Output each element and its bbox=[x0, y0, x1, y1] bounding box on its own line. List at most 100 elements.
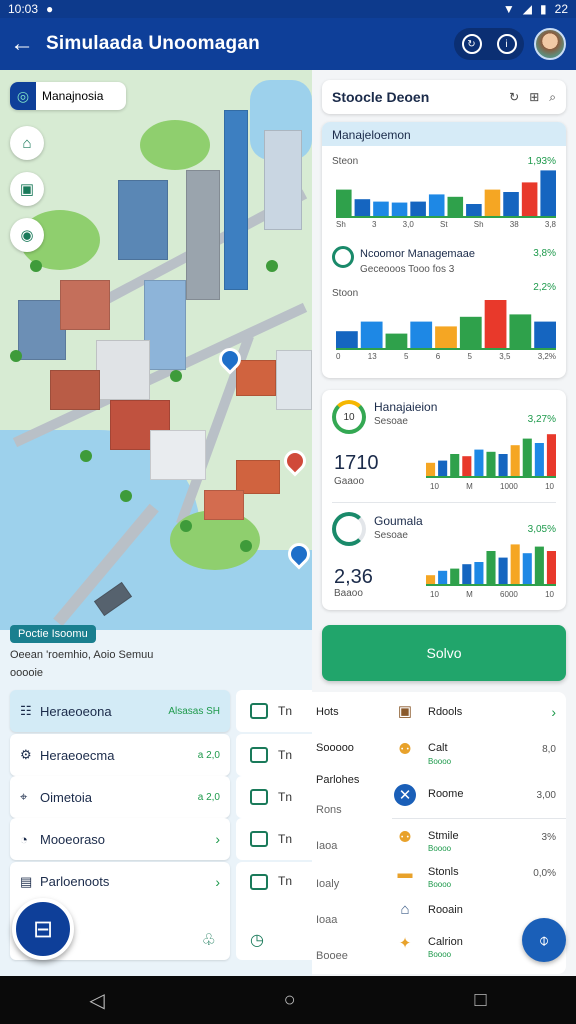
resource-category[interactable]: Parlohes bbox=[316, 774, 359, 786]
location-icon[interactable]: ⌂ bbox=[10, 126, 44, 160]
left-list-value: a 2,0 bbox=[197, 791, 220, 803]
back-arrow-icon[interactable]: ← bbox=[10, 30, 46, 58]
tree bbox=[170, 370, 182, 382]
resource-category[interactable]: Rons bbox=[316, 804, 342, 816]
chart-bar bbox=[534, 546, 544, 584]
mid-list-label: Tn bbox=[278, 704, 293, 718]
map-search[interactable]: ◎ Manajnosia bbox=[10, 82, 126, 110]
left-list-value: Alsasas SH bbox=[168, 705, 220, 717]
chart-bar bbox=[484, 300, 507, 348]
build-fab-button[interactable]: ⊟ bbox=[12, 898, 74, 960]
building bbox=[236, 460, 280, 494]
box-icon bbox=[250, 747, 268, 763]
chart-axis: 10 M 6000 10 bbox=[430, 590, 554, 599]
search-icon[interactable]: ⌕ bbox=[549, 90, 556, 105]
card-subtitle: Ncoomor Managemaae bbox=[360, 248, 475, 260]
building bbox=[264, 130, 302, 230]
battery-icon: ▮ bbox=[540, 2, 547, 16]
chevron-right-icon: › bbox=[215, 874, 220, 890]
app-title: Simulaada Unoomagan bbox=[46, 33, 260, 54]
chart-bar bbox=[498, 454, 508, 476]
action-fab-button[interactable]: ⌽ bbox=[522, 918, 566, 962]
mid-list-item[interactable]: Tn bbox=[236, 690, 312, 732]
tree bbox=[80, 450, 92, 462]
resource-category[interactable]: Ioaa bbox=[316, 914, 337, 926]
tree bbox=[120, 490, 132, 502]
chart-bar bbox=[462, 456, 472, 476]
chart-bar bbox=[435, 326, 457, 348]
list-icon: ☷ bbox=[20, 703, 32, 718]
refresh-icon[interactable]: ↻ bbox=[461, 34, 482, 54]
pin-icon: ⌖ bbox=[20, 789, 28, 804]
tick-label: St bbox=[439, 220, 448, 229]
chart-bar bbox=[459, 316, 482, 348]
mid-list-item[interactable]: Tn bbox=[236, 734, 312, 776]
tick-label: 10 bbox=[545, 482, 554, 491]
stat-title: Hanajaieion bbox=[374, 400, 438, 414]
mid-list-item[interactable]: Tn bbox=[236, 776, 312, 818]
solve-button[interactable]: Solvo bbox=[322, 625, 566, 681]
resource-sub: Boooo bbox=[428, 757, 452, 766]
chart-bar bbox=[522, 553, 532, 584]
chart-bar bbox=[466, 204, 482, 216]
resource-category[interactable]: Booee bbox=[316, 950, 348, 962]
resource-search[interactable]: Stoocle Deoen ↻ ⊞ ⌕ bbox=[322, 80, 566, 114]
resource-name[interactable]: Roome bbox=[428, 788, 463, 800]
mid-list-item[interactable]: Tn bbox=[236, 818, 312, 860]
nav-back-icon[interactable]: ◁ bbox=[89, 988, 104, 1013]
resource-name[interactable]: Calrion bbox=[428, 936, 463, 948]
chart-baseline bbox=[426, 584, 556, 586]
signal-icon: ◢ bbox=[522, 2, 533, 16]
chevron-right-icon[interactable]: › bbox=[551, 704, 556, 720]
resource-name[interactable]: Rooain bbox=[428, 904, 463, 916]
left-list-item[interactable]: ⌖ Oimetoia a 2,0 bbox=[10, 776, 230, 818]
resource-name[interactable]: Stmile bbox=[428, 830, 459, 842]
chart-bar bbox=[521, 182, 538, 216]
stat-percent: 3,05% bbox=[527, 524, 556, 535]
status-bar: 10:03 ● ▼ ◢ ▮ 22 bbox=[0, 0, 576, 18]
resource-sub: Boooo bbox=[428, 880, 452, 889]
layers-icon[interactable]: ▣ bbox=[10, 172, 44, 206]
left-list-item[interactable]: ◔ Mooeoraso › bbox=[10, 818, 230, 860]
chart-baseline bbox=[336, 348, 556, 350]
nav-recents-icon[interactable]: □ bbox=[474, 989, 486, 1012]
chart-bar bbox=[438, 570, 448, 584]
gold-icon: ▬ bbox=[397, 864, 413, 882]
card-subtext: Geceooos Tooo fos 3 bbox=[360, 264, 455, 275]
nav-home-icon[interactable]: ○ bbox=[284, 989, 296, 1012]
water-area bbox=[0, 550, 312, 630]
chevron-right-icon: › bbox=[215, 831, 220, 847]
map-pin-icon[interactable] bbox=[279, 445, 311, 477]
city-map[interactable]: ◎ Manajnosia ⌂ ▣ ◉ bbox=[0, 70, 312, 630]
resource-category[interactable]: Ioaly bbox=[316, 878, 339, 890]
resource-name[interactable]: Rdools bbox=[428, 706, 462, 718]
target-icon[interactable]: ◉ bbox=[10, 218, 44, 252]
divider bbox=[392, 818, 566, 819]
info-icon[interactable]: i bbox=[496, 34, 517, 54]
chart-bar bbox=[540, 170, 556, 216]
leaf-icon: ♧ bbox=[201, 932, 216, 949]
left-list-label: Oimetoia bbox=[40, 789, 93, 805]
chart-bar bbox=[546, 551, 556, 584]
ring-icon bbox=[332, 246, 354, 268]
left-list-item[interactable]: ☷ Heraeoeona Alsasas SH bbox=[10, 690, 230, 732]
resource-name[interactable]: Stonls bbox=[428, 866, 459, 878]
search-icon: ◎ bbox=[10, 82, 36, 110]
left-list-item[interactable]: ⚙ Heraeoecma a 2,0 bbox=[10, 734, 230, 776]
avatar[interactable] bbox=[534, 28, 566, 60]
refresh-icon[interactable]: ↻ bbox=[509, 90, 519, 105]
tree bbox=[240, 540, 252, 552]
stat-value-label: Gaaoo bbox=[334, 476, 365, 487]
resource-category[interactable]: Iaoa bbox=[316, 840, 337, 852]
resource-category[interactable]: Sooooo bbox=[316, 742, 354, 754]
tick-label: 6 bbox=[435, 352, 441, 361]
chart-bar bbox=[336, 189, 352, 216]
resource-category[interactable]: Hots bbox=[316, 706, 339, 718]
mid-list-item[interactable]: Tn ◷ bbox=[236, 862, 312, 960]
chart-bar bbox=[474, 562, 484, 584]
building bbox=[50, 370, 100, 410]
tick-label: 3,5 bbox=[499, 352, 511, 361]
info-line-1: Oeean 'roemhio, Aoio Semuu bbox=[10, 649, 154, 661]
resource-name[interactable]: Calt bbox=[428, 742, 448, 754]
grid-icon[interactable]: ⊞ bbox=[529, 90, 539, 105]
